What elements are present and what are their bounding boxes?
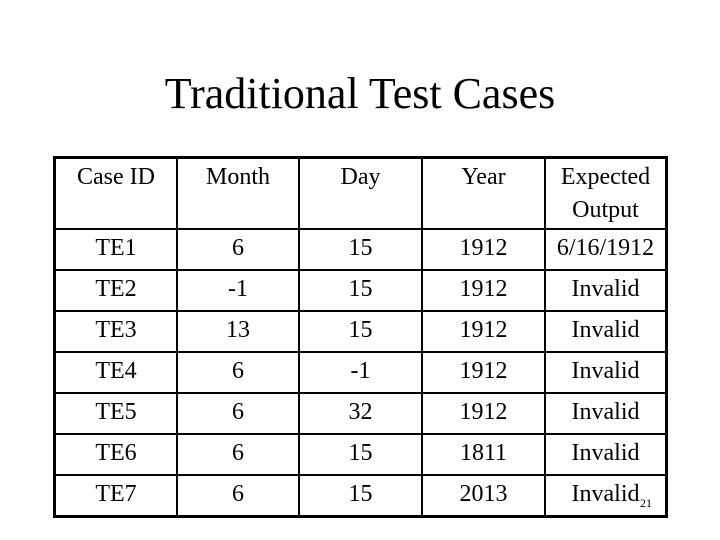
cell-year: 1912 xyxy=(421,351,546,394)
cell-case-id: TE3 xyxy=(53,310,178,353)
test-cases-table: Case ID Month Day Year Expected Output T… xyxy=(53,156,668,518)
cell-case-id: TE2 xyxy=(53,269,178,312)
cell-case-id: TE4 xyxy=(53,351,178,394)
header-day: Day xyxy=(298,156,423,230)
cell-day: 15 xyxy=(298,433,423,476)
header-expected-output: Expected Output xyxy=(544,156,668,230)
table-row: TE7 6 15 2013 Invalid xyxy=(53,474,668,518)
cell-day: 15 xyxy=(298,228,423,271)
cell-expected-output: Invalid xyxy=(544,351,668,394)
cell-case-id: TE1 xyxy=(53,228,178,271)
cell-month: 6 xyxy=(176,474,300,518)
table-row: TE2 -1 15 1912 Invalid xyxy=(53,269,668,312)
cell-month: 6 xyxy=(176,228,300,271)
table-row: TE1 6 15 1912 6/16/1912 xyxy=(53,228,668,271)
cell-year: 2013 xyxy=(421,474,546,518)
cell-case-id: TE7 xyxy=(53,474,178,518)
cell-case-id: TE6 xyxy=(53,433,178,476)
table-header-row: Case ID Month Day Year Expected Output xyxy=(53,156,668,230)
header-year: Year xyxy=(421,156,546,230)
header-month: Month xyxy=(176,156,300,230)
cell-expected-output: Invalid xyxy=(544,310,668,353)
cell-case-id: TE5 xyxy=(53,392,178,435)
cell-day: -1 xyxy=(298,351,423,394)
slide-title: Traditional Test Cases xyxy=(164,69,556,118)
cell-month: 6 xyxy=(176,433,300,476)
cell-month: 13 xyxy=(176,310,300,353)
cell-day: 15 xyxy=(298,310,423,353)
cell-year: 1912 xyxy=(421,269,546,312)
cell-expected-output: Invalid xyxy=(544,392,668,435)
table-row: TE6 6 15 1811 Invalid xyxy=(53,433,668,476)
cell-year: 1912 xyxy=(421,310,546,353)
cell-expected-output: Invalid xyxy=(544,269,668,312)
cell-month: -1 xyxy=(176,269,300,312)
cell-year: 1912 xyxy=(421,392,546,435)
table-row: TE3 13 15 1912 Invalid xyxy=(53,310,668,353)
table-row: TE5 6 32 1912 Invalid xyxy=(53,392,668,435)
header-case-id: Case ID xyxy=(53,156,178,230)
cell-expected-output: Invalid xyxy=(544,433,668,476)
cell-year: 1912 xyxy=(421,228,546,271)
cell-year: 1811 xyxy=(421,433,546,476)
cell-month: 6 xyxy=(176,392,300,435)
cell-day: 32 xyxy=(298,392,423,435)
table-row: TE4 6 -1 1912 Invalid xyxy=(53,351,668,394)
page-number: 21 xyxy=(640,496,652,510)
cell-day: 15 xyxy=(298,269,423,312)
cell-month: 6 xyxy=(176,351,300,394)
cell-expected-output: 6/16/1912 xyxy=(544,228,668,271)
cell-day: 15 xyxy=(298,474,423,518)
